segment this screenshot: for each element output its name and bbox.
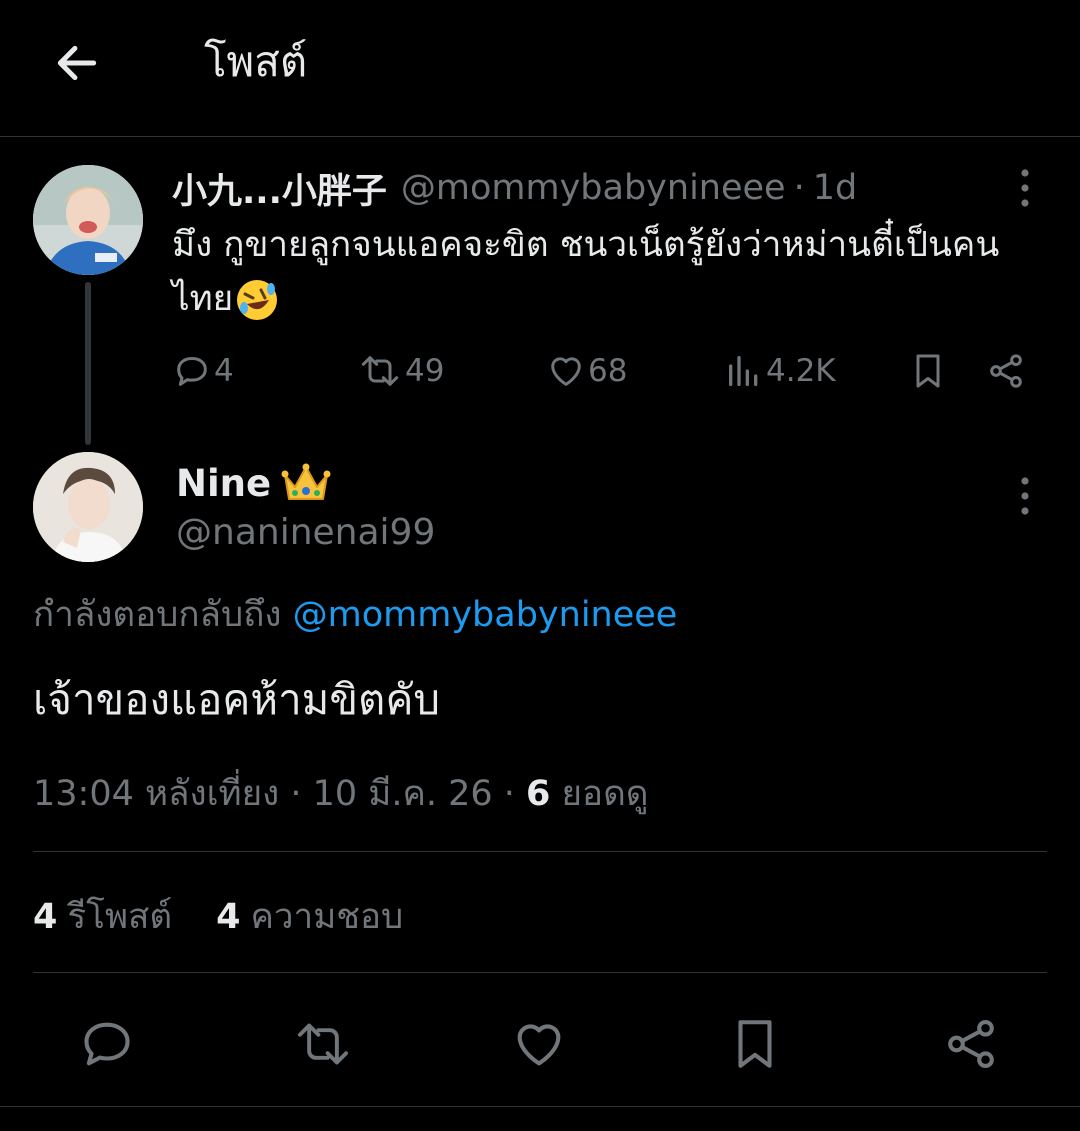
- thread-connector-line: [85, 282, 91, 445]
- separator-dot: ·: [793, 168, 805, 208]
- likes-label: ความชอบ: [250, 896, 404, 937]
- share-icon: [990, 354, 1022, 388]
- bookmark-button[interactable]: [725, 1014, 785, 1074]
- page-title: โพสต์: [204, 37, 308, 86]
- replying-prefix: กำลังตอบกลับถึง: [33, 595, 282, 635]
- likes-count: 4: [216, 896, 241, 937]
- repost-icon: [361, 356, 399, 386]
- like-button[interactable]: [509, 1014, 569, 1074]
- reply-icon: [177, 357, 207, 386]
- divider: [33, 972, 1047, 973]
- more-vertical-icon: [1021, 169, 1029, 207]
- crown-emoji: [281, 463, 331, 500]
- arrow-left-icon: [57, 45, 97, 81]
- bookmark-icon: [738, 1020, 772, 1068]
- share-button[interactable]: [941, 1014, 1001, 1074]
- bookmark-icon: [916, 354, 940, 388]
- mention-link[interactable]: @mommybabynineee: [293, 595, 678, 635]
- reposts-stat[interactable]: 4 รีโพสต์: [33, 889, 172, 944]
- views-action[interactable]: 4.2K: [724, 345, 836, 397]
- post-metadata: 13:04 หลังเที่ยง · 10 มี.ค. 26 · 6 ยอดดู: [33, 768, 649, 820]
- rolling-on-floor-laughing-emoji: [237, 280, 278, 320]
- user-handle[interactable]: @naninenai99: [176, 508, 435, 558]
- views-count: 6: [526, 774, 551, 814]
- repost-action[interactable]: 49: [357, 345, 444, 397]
- post-text-content: มึง กูขายลูกจนแอคจะขิต ชนวเน็ตรู้ยังว่าห…: [172, 225, 1000, 319]
- divider: [0, 1106, 1080, 1107]
- post-timestamp[interactable]: 13:04 หลังเที่ยง · 10 มี.ค. 26 ·: [33, 774, 526, 814]
- more-options-button[interactable]: [1010, 165, 1040, 211]
- avatar-image: [33, 165, 143, 275]
- divider: [33, 851, 1047, 852]
- user-handle[interactable]: @mommybabynineee: [401, 168, 786, 208]
- reply-button[interactable]: [77, 1014, 137, 1074]
- avatar-mommybabynineee[interactable]: [33, 165, 143, 275]
- heart-icon: [517, 1024, 561, 1066]
- like-action[interactable]: 68: [546, 345, 627, 397]
- repost-button[interactable]: [293, 1014, 353, 1074]
- reply-action[interactable]: 4: [172, 345, 234, 397]
- avatar-naninenai99[interactable]: [33, 452, 143, 562]
- reposts-label: รีโพสต์: [67, 896, 173, 937]
- display-name[interactable]: 小九...小胖子: [172, 163, 387, 214]
- share-icon: [948, 1019, 994, 1069]
- repost-count: 49: [405, 353, 445, 389]
- like-count: 68: [588, 353, 628, 389]
- reply-count: 4: [214, 353, 234, 389]
- bookmark-action[interactable]: [908, 345, 948, 397]
- parent-post-text: มึง กูขายลูกจนแอคจะขิต ชนวเน็ตรู้ยังว่าห…: [172, 218, 1052, 326]
- views-label: ยอดดู: [561, 774, 649, 814]
- parent-post-header: 小九...小胖子 @mommybabynineee · 1d: [172, 162, 857, 214]
- view-count: 4.2K: [766, 353, 836, 389]
- repost-icon: [297, 1023, 349, 1065]
- heart-icon: [551, 357, 581, 386]
- analytics-icon: [729, 356, 758, 386]
- share-action[interactable]: [986, 345, 1026, 397]
- replying-to-line: กำลังตอบกลับถึง @mommybabynineee: [33, 590, 677, 640]
- post-time[interactable]: 1d: [813, 168, 858, 208]
- reply-author-name-row: Nine: [176, 456, 331, 510]
- reply-post-text: เจ้าของแอคห้ามขิตคับ: [33, 675, 441, 724]
- reply-icon: [84, 1022, 130, 1066]
- more-options-button[interactable]: [1010, 473, 1040, 519]
- back-button[interactable]: [46, 34, 108, 92]
- avatar-image: [33, 452, 143, 562]
- post-action-bar: [0, 1010, 1080, 1074]
- engagement-stats: 4 รีโพสต์ 4 ความชอบ: [33, 890, 403, 942]
- top-app-bar: โพสต์: [0, 0, 1080, 137]
- reposts-count: 4: [33, 896, 58, 937]
- display-name[interactable]: Nine: [176, 462, 271, 505]
- likes-stat[interactable]: 4 ความชอบ: [216, 889, 403, 944]
- more-vertical-icon: [1021, 477, 1029, 515]
